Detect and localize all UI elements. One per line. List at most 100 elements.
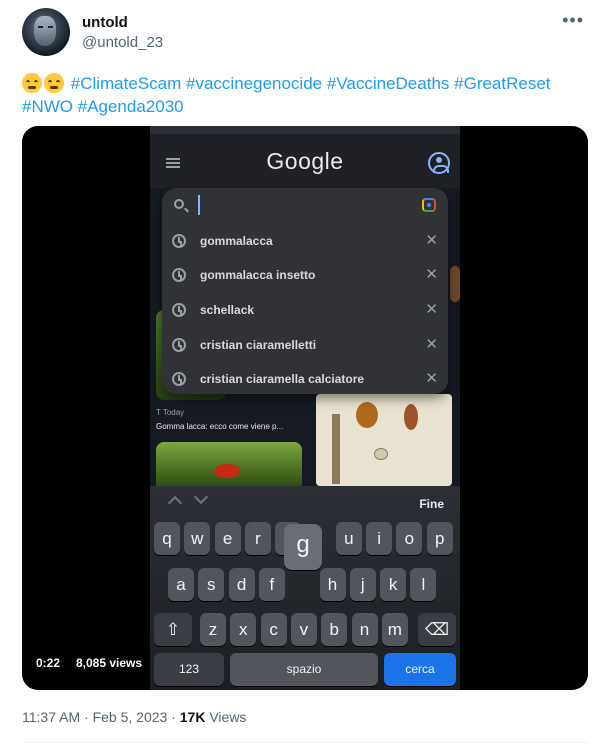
- suggestion-item[interactable]: cristian ciaramella calciatore ✕: [162, 362, 448, 397]
- history-clock-icon: [172, 303, 186, 317]
- search-suggestion-box: gommalacca ✕ gommalacca insetto ✕ schell…: [162, 188, 448, 394]
- video-frame: Google T Today Gomma lacca: ecco come vi…: [150, 126, 460, 690]
- video-player[interactable]: Google T Today Gomma lacca: ecco come vi…: [22, 126, 588, 690]
- insect-drawing: [404, 404, 418, 430]
- tweet-date[interactable]: Feb 5, 2023: [93, 709, 168, 725]
- insect-illustration-thumbnail: [316, 394, 452, 486]
- key-z[interactable]: z: [200, 613, 226, 646]
- views-count: 17K: [179, 709, 206, 725]
- views-label: Views: [209, 709, 247, 725]
- hashtag-link[interactable]: #VaccineDeaths: [327, 74, 450, 93]
- news-source: T Today: [156, 408, 185, 417]
- key-e[interactable]: e: [214, 522, 241, 555]
- remove-suggestion-icon[interactable]: ✕: [425, 371, 438, 386]
- user-handle[interactable]: @untold_23: [82, 34, 163, 51]
- hashtag-link[interactable]: #ClimateScam: [71, 74, 182, 93]
- search-key[interactable]: cerca: [384, 653, 456, 686]
- hashtag-link[interactable]: #GreatReset: [454, 74, 550, 93]
- suggestion-label: cristian ciaramella calciatore: [200, 372, 365, 386]
- hashtag-link[interactable]: #vaccinegenocide: [186, 74, 322, 93]
- shift-key-icon[interactable]: ⇧: [154, 613, 192, 646]
- suggestion-item[interactable]: schellack ✕: [162, 293, 448, 328]
- space-key[interactable]: spazio: [230, 653, 378, 686]
- suggestion-label: gommalacca: [200, 234, 273, 248]
- chevron-down-icon[interactable]: [193, 489, 209, 505]
- tired-face-emoji: [22, 73, 42, 93]
- key-p[interactable]: p: [426, 522, 453, 555]
- suggestion-label: cristian ciaramelletti: [200, 338, 317, 352]
- done-button[interactable]: Fine: [419, 497, 444, 511]
- background-thumbnail: [450, 266, 460, 302]
- key-f[interactable]: f: [258, 568, 285, 601]
- insect-drawing: [374, 448, 388, 460]
- video-duration: 0:22: [36, 656, 61, 670]
- tweet-header: untold @untold_23 •••: [22, 8, 588, 58]
- avatar[interactable]: [22, 8, 70, 56]
- divider: [22, 742, 588, 743]
- remove-suggestion-icon[interactable]: ✕: [425, 267, 438, 282]
- suggestion-item[interactable]: cristian ciaramelletti ✕: [162, 328, 448, 363]
- key-i[interactable]: i: [366, 522, 393, 555]
- key-popup-g[interactable]: g: [284, 524, 322, 570]
- key-m[interactable]: m: [381, 613, 408, 646]
- suggestion-item[interactable]: gommalacca ✕: [162, 224, 448, 259]
- tired-face-emoji: [44, 73, 64, 93]
- history-clock-icon: [172, 338, 186, 352]
- remove-suggestion-icon[interactable]: ✕: [425, 302, 438, 317]
- video-views: 8,085 views: [76, 656, 143, 670]
- hashtag-link[interactable]: #NWO: [22, 97, 73, 116]
- key-b[interactable]: b: [321, 613, 348, 646]
- suggestion-label: schellack: [200, 303, 255, 317]
- key-d[interactable]: d: [228, 568, 255, 601]
- meta-separator: ·: [84, 709, 89, 725]
- search-row: [162, 188, 448, 224]
- key-o[interactable]: o: [396, 522, 423, 555]
- remove-suggestion-icon[interactable]: ✕: [425, 337, 438, 352]
- tweet-time[interactable]: 11:37 AM: [22, 709, 80, 725]
- google-logo: Google: [266, 148, 344, 174]
- ladybug-thumbnail: [156, 442, 302, 486]
- more-options-icon[interactable]: •••: [562, 10, 584, 31]
- key-c[interactable]: c: [260, 613, 287, 646]
- google-app-bar: Google: [150, 134, 460, 188]
- key-r[interactable]: r: [244, 522, 271, 555]
- ios-keyboard: Fine qwertuiopgasdfhjkl⇧zxcvbnm⌫123spazi…: [150, 486, 460, 690]
- key-j[interactable]: j: [349, 568, 376, 601]
- key-k[interactable]: k: [380, 568, 407, 601]
- key-w[interactable]: w: [184, 522, 211, 555]
- key-n[interactable]: n: [351, 613, 378, 646]
- numbers-key[interactable]: 123: [154, 653, 224, 686]
- display-name[interactable]: untold: [82, 14, 128, 31]
- key-s[interactable]: s: [198, 568, 225, 601]
- suggestion-label: gommalacca insetto: [200, 268, 316, 282]
- backspace-key-icon[interactable]: ⌫: [418, 613, 456, 646]
- key-x[interactable]: x: [230, 613, 257, 646]
- key-u[interactable]: u: [335, 522, 362, 555]
- chevron-up-icon[interactable]: [167, 495, 183, 511]
- tweet-text: #ClimateScam #vaccinegenocide #VaccineDe…: [22, 72, 582, 118]
- robot-face-icon: [34, 16, 56, 46]
- history-clock-icon: [172, 234, 186, 248]
- avatar-eye-left: [38, 26, 43, 28]
- phone-status-strip: [150, 126, 460, 134]
- meta-separator: ·: [171, 709, 176, 725]
- hashtag-link[interactable]: #Agenda2030: [78, 97, 184, 116]
- news-title[interactable]: Gomma lacca: ecco come viene p...: [156, 422, 283, 431]
- tweet-meta: 11:37 AM · Feb 5, 2023 · 17K Views: [22, 709, 246, 725]
- key-v[interactable]: v: [290, 613, 317, 646]
- history-clock-icon: [172, 372, 186, 386]
- remove-suggestion-icon[interactable]: ✕: [425, 233, 438, 248]
- search-input[interactable]: [198, 195, 408, 215]
- keyboard-toolbar: Fine: [150, 486, 460, 522]
- key-l[interactable]: l: [410, 568, 437, 601]
- insect-drawing: [356, 402, 378, 428]
- history-clock-icon: [172, 268, 186, 282]
- key-h[interactable]: h: [319, 568, 346, 601]
- suggestion-item[interactable]: gommalacca insetto ✕: [162, 258, 448, 293]
- key-q[interactable]: q: [154, 522, 180, 555]
- avatar-eye-right: [48, 26, 53, 28]
- account-icon[interactable]: [428, 152, 450, 174]
- search-icon: [174, 199, 184, 209]
- key-a[interactable]: a: [168, 568, 194, 601]
- google-lens-icon[interactable]: [422, 198, 436, 212]
